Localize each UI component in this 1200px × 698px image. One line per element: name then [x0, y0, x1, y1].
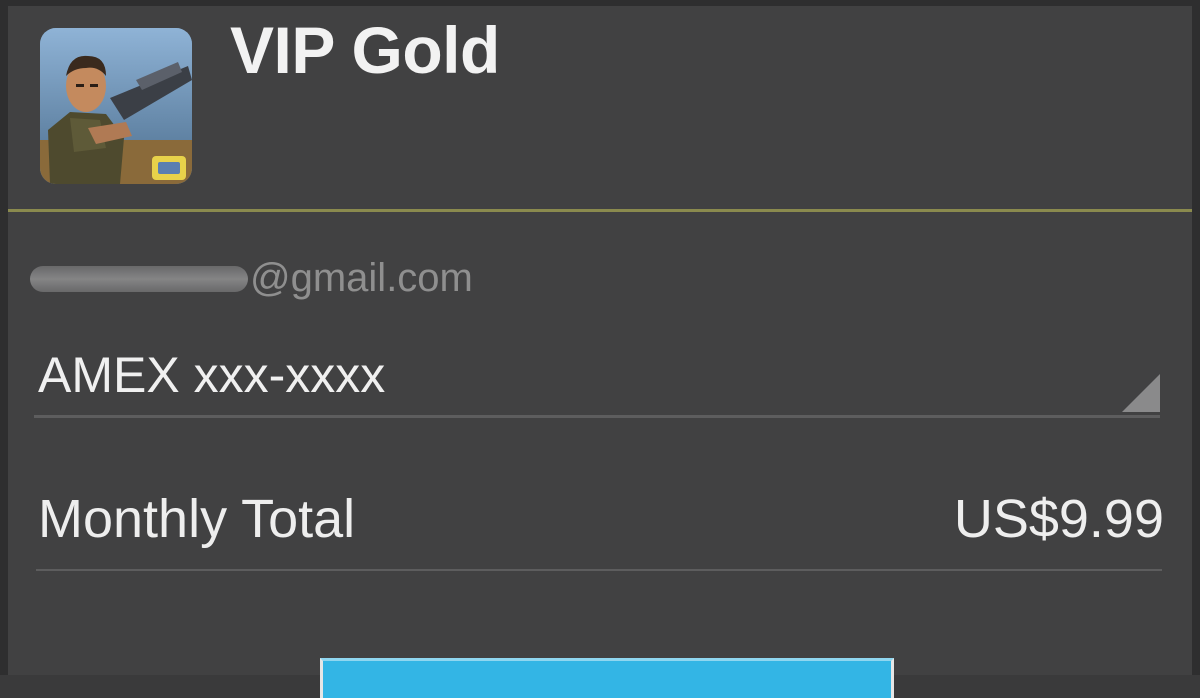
subscribe-button[interactable]	[320, 658, 894, 698]
header-divider	[8, 209, 1192, 212]
payment-method-dropdown[interactable]: AMEX xxx-xxxx	[34, 340, 1162, 418]
dropdown-corner-icon	[1122, 374, 1160, 412]
total-label: Monthly Total	[38, 489, 356, 549]
redacted-email-username	[30, 265, 248, 292]
monthly-total-row: Monthly Total US$9.99	[34, 484, 1164, 564]
total-divider	[36, 569, 1162, 571]
game-soldier-icon	[40, 28, 192, 184]
payment-method-value: AMEX xxx-xxxx	[38, 347, 386, 403]
total-price: US$9.99	[953, 489, 1164, 549]
dropdown-underline	[34, 415, 1160, 418]
account-email: @gmail.com	[30, 256, 473, 306]
purchase-dialog: VIP Gold @gmail.com AMEX xxx-xxxx Monthl…	[0, 0, 1200, 698]
email-domain: @gmail.com	[250, 256, 473, 300]
app-title: VIP Gold	[230, 13, 500, 87]
dialog-header: VIP Gold	[8, 6, 1192, 209]
